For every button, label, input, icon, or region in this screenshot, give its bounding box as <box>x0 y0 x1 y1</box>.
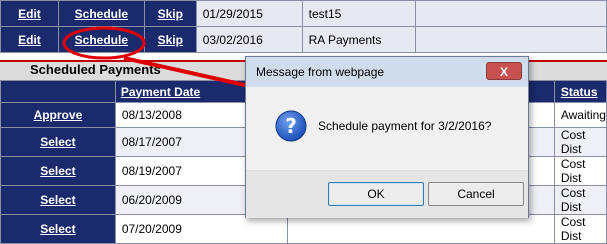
svg-text:?: ? <box>285 114 297 138</box>
annotation-arrow <box>123 56 259 90</box>
dialog-message: Schedule payment for 3/2/2016? <box>318 119 492 133</box>
message-dialog: Message from webpage X ? Schedule paymen… <box>245 56 529 218</box>
question-icon: ? <box>275 110 307 142</box>
close-button[interactable]: X <box>486 62 522 80</box>
ok-button[interactable]: OK <box>328 182 424 206</box>
close-icon: X <box>499 65 508 79</box>
dialog-title: Message from webpage <box>256 65 385 79</box>
highlight-circle <box>62 26 146 60</box>
cancel-button[interactable]: Cancel <box>428 182 524 206</box>
